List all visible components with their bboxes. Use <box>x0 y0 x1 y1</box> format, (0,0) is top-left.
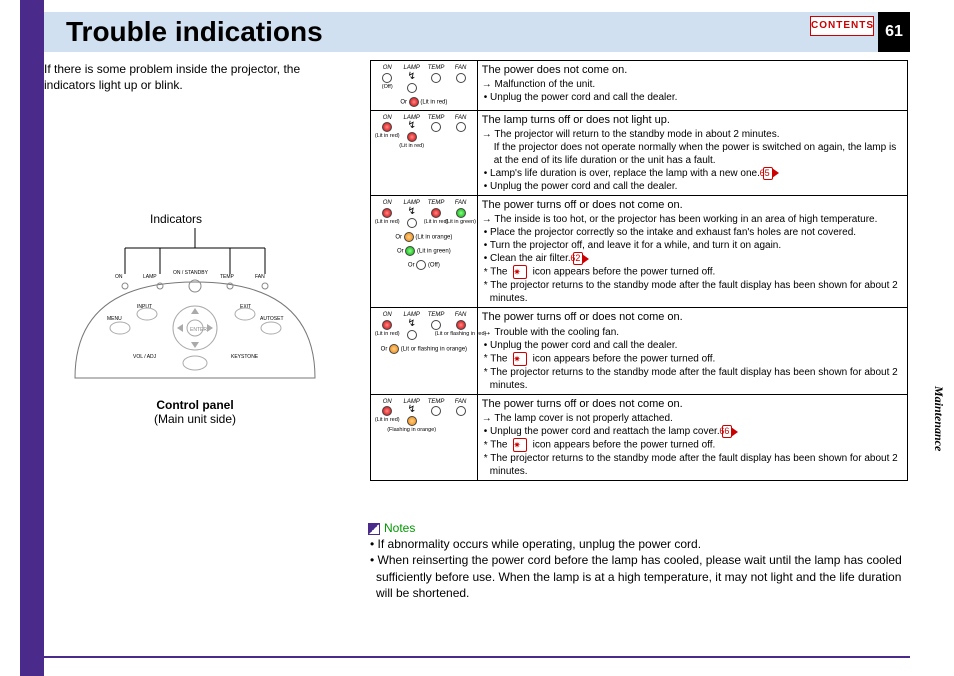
control-panel-icon: ON LAMP ON / STANDBY TEMP FAN ENTER MENU… <box>65 228 325 388</box>
panel-caption: Control panel (Main unit side) <box>60 398 330 426</box>
desc-cell: The power turns off or does not come on.… <box>477 196 907 308</box>
page-header: Trouble indications CONTENTS 61 <box>44 12 910 52</box>
indicator-cell: ON(Lit in red) LAMP↯(Flashing in orange)… <box>371 394 478 480</box>
contents-button[interactable]: CONTENTS <box>810 16 874 36</box>
indicator-cell: ON(Lit in red) LAMP↯(Lit in red) TEMP FA… <box>371 110 478 195</box>
section-tab: Maintenance <box>926 386 946 496</box>
desc-cell: The power does not come on. Malfunction … <box>477 61 907 111</box>
label-temp: TEMP <box>220 274 235 280</box>
intro-text: If there is some problem inside the proj… <box>44 62 344 93</box>
warning-icon: ✷ <box>513 438 527 452</box>
panel-caption-sub: (Main unit side) <box>60 412 330 426</box>
table-row: ON(Lit in red) LAMP↯(Lit in red) TEMP FA… <box>371 110 908 195</box>
desc-cell: The lamp turns off or does not light up.… <box>477 110 907 195</box>
table-row: ON(Lit in red) LAMP↯ TEMP FAN(Lit or fla… <box>371 308 908 394</box>
trouble-table: ON(Off) LAMP↯ TEMP FAN Or (Lit in red) T… <box>370 60 908 481</box>
arrow-right-icon <box>772 168 779 178</box>
notes-item: When reinserting the power cord before t… <box>368 552 908 601</box>
panel-caption-bold: Control panel <box>60 398 330 412</box>
svg-text:INPUT: INPUT <box>137 304 152 310</box>
indicator-cell: ON(Off) LAMP↯ TEMP FAN Or (Lit in red) <box>371 61 478 111</box>
notes-header: Notes <box>368 520 908 536</box>
label-standby: ON / STANDBY <box>173 270 209 276</box>
arrow-right-icon <box>731 427 738 437</box>
table-row: ON(Lit in red) LAMP↯ TEMP(Lit in red) FA… <box>371 196 908 308</box>
svg-text:KEYSTONE: KEYSTONE <box>231 354 259 360</box>
notes-section: Notes If abnormality occurs while operat… <box>368 520 908 601</box>
notes-item: If abnormality occurs while operating, u… <box>368 536 908 552</box>
table-row: ON(Lit in red) LAMP↯(Flashing in orange)… <box>371 394 908 480</box>
accent-bar <box>20 0 44 676</box>
svg-text:AUTOSET: AUTOSET <box>260 316 284 322</box>
page-number: 61 <box>878 12 910 52</box>
footer-rule <box>44 656 910 658</box>
svg-text:MENU: MENU <box>107 316 122 322</box>
svg-text:VOL / ADJ: VOL / ADJ <box>133 354 157 360</box>
label-lamp: LAMP <box>143 274 157 280</box>
control-panel-figure: ON LAMP ON / STANDBY TEMP FAN ENTER MENU… <box>60 228 330 388</box>
warning-icon: ✷ <box>513 265 527 279</box>
desc-cell: The power turns off or does not come on.… <box>477 394 907 480</box>
indicator-cell: ON(Lit in red) LAMP↯ TEMP FAN(Lit or fla… <box>371 308 478 394</box>
svg-text:ENTER: ENTER <box>190 327 207 333</box>
desc-cell: The power turns off or does not come on.… <box>477 308 907 394</box>
table-row: ON(Off) LAMP↯ TEMP FAN Or (Lit in red) T… <box>371 61 908 111</box>
warning-icon: ✷ <box>513 352 527 366</box>
page: Trouble indications CONTENTS 61 If there… <box>0 0 954 676</box>
label-on: ON <box>115 274 123 280</box>
label-fan: FAN <box>255 274 265 280</box>
indicators-label: Indicators <box>150 212 202 226</box>
indicator-cell: ON(Lit in red) LAMP↯ TEMP(Lit in red) FA… <box>371 196 478 308</box>
arrow-right-icon <box>582 254 589 264</box>
page-title: Trouble indications <box>66 12 910 52</box>
